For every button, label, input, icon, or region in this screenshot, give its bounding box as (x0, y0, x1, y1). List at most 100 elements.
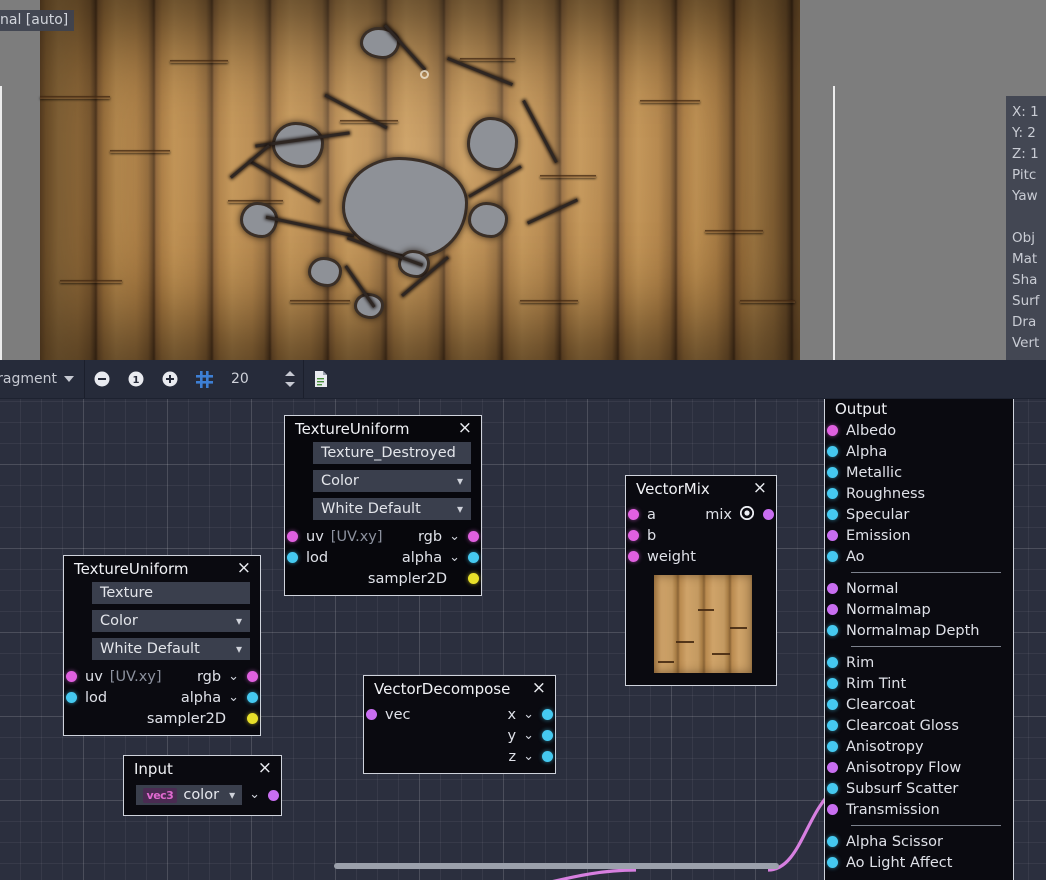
port-out-z[interactable] (542, 751, 553, 762)
close-icon[interactable]: × (252, 761, 273, 778)
port-in-vec[interactable] (366, 709, 377, 720)
texture-name-field[interactable]: Texture (92, 582, 250, 604)
grid-size-value[interactable]: 20 (221, 371, 277, 387)
port-in-normalmap[interactable] (827, 604, 838, 615)
port-out-mix[interactable] (763, 509, 774, 520)
port-row-lod[interactable]: lod alpha ⌄ (64, 687, 260, 708)
texture-default-dropdown[interactable]: White Default ▾ (92, 638, 250, 660)
port-row[interactable]: Alpha Scissor (825, 831, 1013, 852)
port-row[interactable]: Transmission (825, 799, 1013, 820)
port-in-normal[interactable] (827, 583, 838, 594)
port-out-color[interactable] (268, 790, 279, 801)
port-row-weight[interactable]: weight (626, 546, 776, 567)
port-in-rim-tint[interactable] (827, 678, 838, 689)
port-in-albedo[interactable] (827, 425, 838, 436)
shader-graph-editor[interactable]: ragment 1 (0, 360, 1046, 880)
close-icon[interactable]: × (747, 481, 768, 498)
zoom-out-button[interactable] (85, 360, 119, 398)
port-in-anisotropy-flow[interactable] (827, 762, 838, 773)
port-in-metallic[interactable] (827, 467, 838, 478)
node-title-bar[interactable]: Output (825, 396, 1013, 420)
shader-stage-dropdown[interactable]: ragment (0, 371, 84, 387)
port-in-uv[interactable] (287, 531, 298, 542)
port-in-emission[interactable] (827, 530, 838, 541)
port-in-anisotropy[interactable] (827, 741, 838, 752)
port-row-sampler[interactable]: sampler2D (64, 708, 260, 729)
port-row-lod[interactable]: lod alpha ⌄ (285, 547, 481, 568)
open-file-button[interactable] (304, 360, 338, 398)
node-input[interactable]: Input × vec3 color ▾ ⌄ (123, 755, 282, 816)
node-title-bar[interactable]: Input × (124, 756, 281, 782)
port-in-uv[interactable] (66, 671, 77, 682)
port-out-alpha[interactable] (247, 692, 258, 703)
port-in-subsurf-scatter[interactable] (827, 783, 838, 794)
node-title-bar[interactable]: VectorDecompose × (364, 676, 555, 702)
port-row-input-value[interactable]: vec3 color ▾ ⌄ (124, 782, 281, 808)
zoom-in-button[interactable] (153, 360, 187, 398)
texture-default-dropdown[interactable]: White Default ▾ (313, 498, 471, 520)
port-row[interactable]: Normalmap (825, 599, 1013, 620)
port-out-alpha[interactable] (468, 552, 479, 563)
node-title-bar[interactable]: TextureUniform × (64, 556, 260, 582)
horizontal-scrollbar[interactable] (334, 863, 779, 869)
port-row[interactable]: Specular (825, 504, 1013, 525)
port-row[interactable]: Alpha (825, 441, 1013, 462)
port-in-normalmap-depth[interactable] (827, 625, 838, 636)
port-row[interactable]: Albedo (825, 420, 1013, 441)
texture-type-dropdown[interactable]: Color ▾ (92, 610, 250, 632)
node-title-bar[interactable]: VectorMix × (626, 476, 776, 502)
port-row[interactable]: Subsurf Scatter (825, 778, 1013, 799)
port-row[interactable]: Roughness (825, 483, 1013, 504)
port-row[interactable]: Normal (825, 578, 1013, 599)
node-title-bar[interactable]: TextureUniform × (285, 416, 481, 442)
port-in-transmission[interactable] (827, 804, 838, 815)
port-row[interactable]: Rim (825, 652, 1013, 673)
port-in-specular[interactable] (827, 509, 838, 520)
texture-type-dropdown[interactable]: Color ▾ (313, 470, 471, 492)
port-row[interactable]: Anisotropy (825, 736, 1013, 757)
port-in-lod[interactable] (66, 692, 77, 703)
node-textureuniform-base[interactable]: TextureUniform × Texture Color ▾ White D… (63, 555, 261, 736)
node-vectordecompose[interactable]: VectorDecompose × vec x ⌄ y ⌄ (363, 675, 556, 774)
port-row[interactable]: Metallic (825, 462, 1013, 483)
port-row-y[interactable]: y ⌄ (364, 725, 555, 746)
close-icon[interactable]: × (526, 681, 547, 698)
port-row[interactable]: Normalmap Depth (825, 620, 1013, 641)
port-in-clearcoat[interactable] (827, 699, 838, 710)
port-row[interactable]: Clearcoat Gloss (825, 715, 1013, 736)
port-in-alpha-scissor[interactable] (827, 836, 838, 847)
node-textureuniform-destroyed[interactable]: TextureUniform × Texture_Destroyed Color… (284, 415, 482, 596)
port-in-b[interactable] (628, 530, 639, 541)
port-in-a[interactable] (628, 509, 639, 520)
port-out-rgb[interactable] (468, 531, 479, 542)
port-in-alpha[interactable] (827, 446, 838, 457)
viewport-3d[interactable]: nal [auto] (0, 0, 1046, 360)
close-icon[interactable]: × (231, 561, 252, 578)
port-in-ao[interactable] (827, 551, 838, 562)
port-row-b[interactable]: b (626, 525, 776, 546)
port-row[interactable]: Emission (825, 525, 1013, 546)
port-in-weight[interactable] (628, 551, 639, 562)
port-row-vec[interactable]: vec x ⌄ (364, 704, 555, 725)
port-row[interactable]: Ao (825, 546, 1013, 567)
node-output[interactable]: Output AlbedoAlphaMetallicRoughnessSpecu… (824, 395, 1014, 880)
port-in-lod[interactable] (287, 552, 298, 563)
port-row-z[interactable]: z ⌄ (364, 746, 555, 767)
port-out-sampler2d[interactable] (468, 573, 479, 584)
grid-size-stepper[interactable] (277, 370, 303, 388)
port-in-rim[interactable] (827, 657, 838, 668)
port-row-a[interactable]: a mix (626, 504, 776, 525)
snap-grid-button[interactable] (187, 360, 221, 398)
port-out-rgb[interactable] (247, 671, 258, 682)
zoom-reset-button[interactable]: 1 (119, 360, 153, 398)
port-row[interactable]: Anisotropy Flow (825, 757, 1013, 778)
port-out-sampler2d[interactable] (247, 713, 258, 724)
texture-name-field[interactable]: Texture_Destroyed (313, 442, 471, 464)
node-vectormix[interactable]: VectorMix × a mix (625, 475, 777, 686)
port-in-clearcoat-gloss[interactable] (827, 720, 838, 731)
port-row[interactable]: Rim Tint (825, 673, 1013, 694)
port-row-uv[interactable]: uv [UV.xy] rgb ⌄ (64, 666, 260, 687)
port-row-uv[interactable]: uv [UV.xy] rgb ⌄ (285, 526, 481, 547)
port-in-ao-light-affect[interactable] (827, 857, 838, 868)
port-out-x[interactable] (542, 709, 553, 720)
